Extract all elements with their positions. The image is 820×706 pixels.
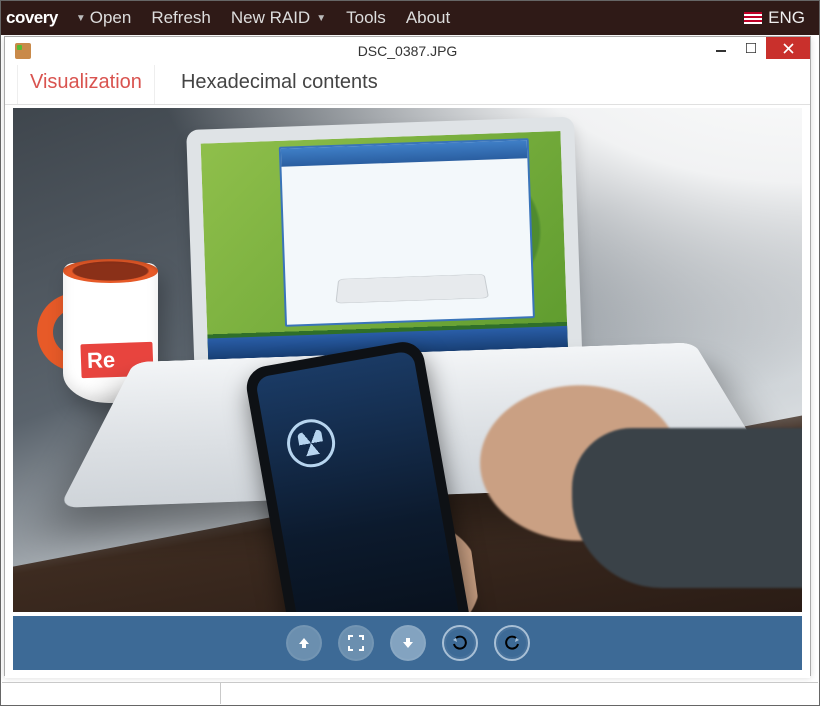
menu-open-label: Open bbox=[90, 8, 132, 28]
splitter[interactable] bbox=[220, 683, 221, 704]
menu-tools[interactable]: Tools bbox=[346, 8, 386, 28]
next-button[interactable] bbox=[390, 625, 426, 661]
fullscreen-icon bbox=[348, 635, 364, 651]
menu-refresh-label: Refresh bbox=[151, 8, 211, 28]
menu-open[interactable]: ▼ Open bbox=[76, 8, 132, 28]
arrow-up-icon bbox=[296, 635, 312, 651]
rotate-right-button[interactable] bbox=[494, 625, 530, 661]
photo-hand-right bbox=[472, 358, 802, 612]
close-button[interactable] bbox=[766, 37, 810, 59]
chevron-down-icon: ▼ bbox=[76, 13, 86, 24]
previous-button[interactable] bbox=[286, 625, 322, 661]
tab-visualization-label: Visualization bbox=[30, 71, 142, 93]
tab-hexadecimal[interactable]: Hexadecimal contents bbox=[169, 63, 390, 104]
rotate-left-button[interactable] bbox=[442, 625, 478, 661]
titlebar[interactable]: DSC_0387.JPG bbox=[5, 37, 810, 65]
menu-new-raid-label: New RAID bbox=[231, 8, 310, 28]
maximize-icon bbox=[746, 43, 756, 53]
language-selector[interactable]: ENG bbox=[744, 8, 805, 28]
image-toolbar bbox=[13, 616, 802, 670]
menu-about-label: About bbox=[406, 8, 450, 28]
menu-tools-label: Tools bbox=[346, 8, 386, 28]
arrow-down-icon bbox=[400, 635, 416, 651]
preview-image[interactable]: Re bbox=[13, 108, 802, 612]
window-title: DSC_0387.JPG bbox=[5, 43, 810, 59]
close-icon bbox=[783, 43, 794, 54]
status-bar bbox=[2, 682, 818, 704]
preview-window: DSC_0387.JPG Visualization Hexadecimal c… bbox=[4, 36, 811, 676]
menu-about[interactable]: About bbox=[406, 8, 450, 28]
minimize-button[interactable] bbox=[706, 37, 736, 59]
flag-uk-icon bbox=[744, 12, 762, 24]
minimize-icon bbox=[716, 43, 726, 53]
app-icon bbox=[15, 43, 31, 59]
app-brand-fragment: covery bbox=[6, 8, 58, 28]
preview-tabs: Visualization Hexadecimal contents bbox=[5, 65, 810, 105]
undo-icon bbox=[452, 635, 468, 651]
viewer-area: Re bbox=[5, 108, 810, 678]
language-code: ENG bbox=[768, 8, 805, 28]
main-menubar: covery ▼ Open Refresh New RAID ▼ Tools A… bbox=[1, 1, 819, 35]
redo-icon bbox=[504, 635, 520, 651]
tab-hexadecimal-label: Hexadecimal contents bbox=[181, 71, 378, 93]
chevron-down-icon: ▼ bbox=[316, 13, 326, 24]
tab-visualization[interactable]: Visualization bbox=[17, 60, 155, 104]
fullscreen-button[interactable] bbox=[338, 625, 374, 661]
menu-new-raid[interactable]: New RAID ▼ bbox=[231, 8, 326, 28]
maximize-button[interactable] bbox=[736, 37, 766, 59]
menu-refresh[interactable]: Refresh bbox=[151, 8, 211, 28]
